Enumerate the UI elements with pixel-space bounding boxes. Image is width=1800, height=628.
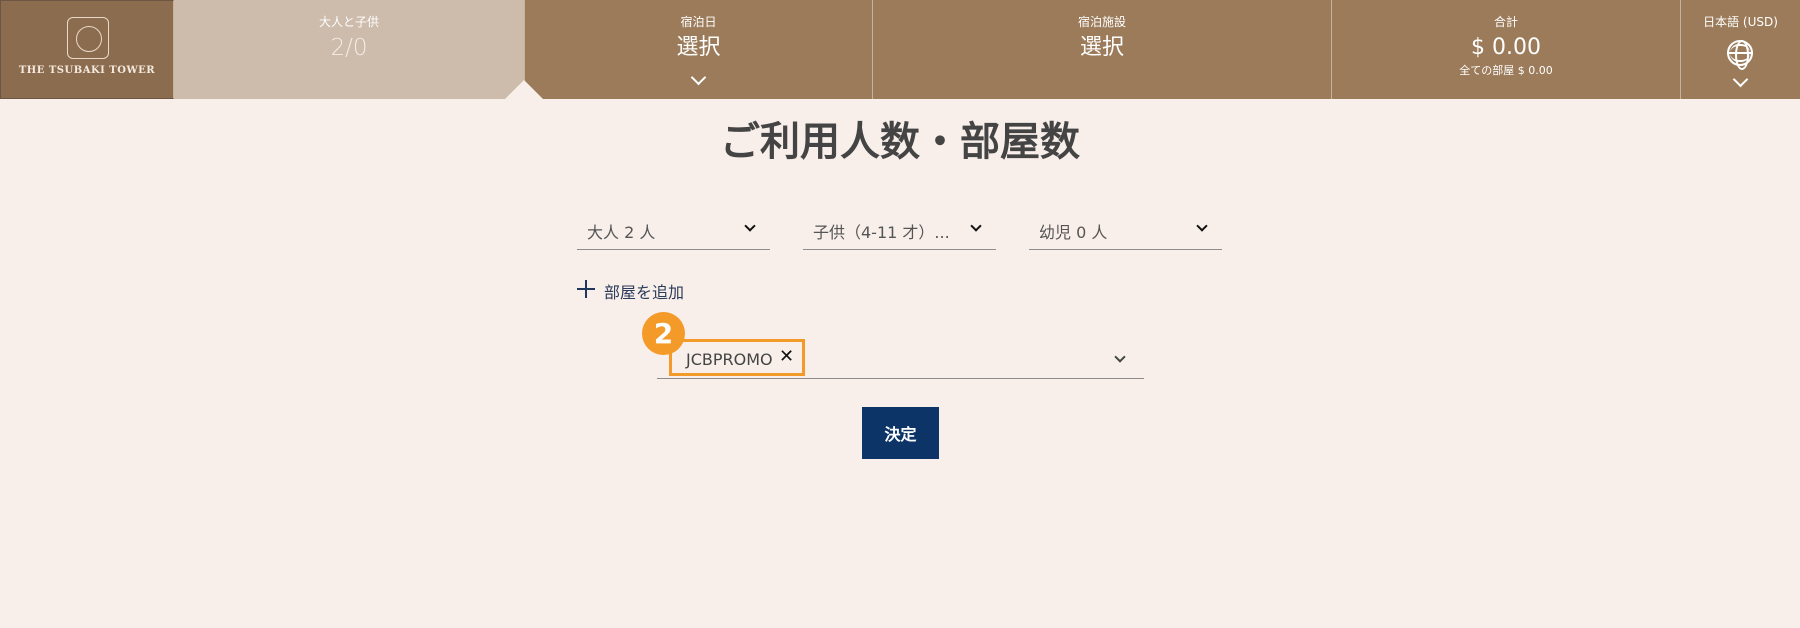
adults-select-value: 大人 2 人 [587, 223, 656, 242]
language-label: 日本語 (USD) [1703, 15, 1778, 29]
page-title: ご利用人数・部屋数 [720, 119, 1080, 165]
chevron-down-icon [1196, 220, 1208, 232]
chevron-down-icon [1114, 351, 1126, 363]
guests-tab[interactable]: 大人と子供 2/0 [174, 0, 543, 99]
globe-lines [1730, 44, 1750, 62]
chevron-down-icon [690, 69, 706, 86]
plus-icon [577, 280, 595, 298]
promo-code-text: JCBPROMO [686, 350, 773, 369]
chevron-down-icon [1732, 71, 1748, 88]
hotel-logo[interactable]: THE TSUBAKI TOWER [0, 0, 174, 99]
adults-select[interactable]: 大人 2 人 [577, 210, 770, 250]
language-selector[interactable]: 日本語 (USD) [1681, 0, 1800, 99]
top-navigation-bar: THE TSUBAKI TOWER 大人と子供 2/0 宿泊日 選択 宿泊施設 … [0, 0, 1800, 99]
guests-value: 2/0 [330, 35, 368, 61]
add-room-label: 部屋を追加 [604, 283, 685, 302]
total-all-rooms: 全ての部屋 $ 0.00 [1459, 64, 1553, 77]
total-value: $ 0.00 [1471, 35, 1541, 60]
hotel-tab[interactable]: 宿泊施設 選択 [873, 0, 1332, 99]
dates-label: 宿泊日 [680, 15, 717, 29]
remove-promo-icon[interactable]: ✕ [779, 346, 794, 367]
infants-select[interactable]: 幼児 0 人 [1029, 210, 1222, 250]
guests-label: 大人と子供 [318, 15, 379, 29]
camellia-logo-icon [67, 17, 109, 59]
submit-button[interactable]: 決定 [862, 407, 939, 459]
children-select[interactable]: 子供（4-11 才）... [803, 210, 996, 250]
infants-select-value: 幼児 0 人 [1039, 223, 1108, 242]
promo-code-select[interactable]: JCBPROMO ✕ [657, 339, 1144, 379]
promo-code-chip: JCBPROMO ✕ [669, 339, 805, 376]
total-tab[interactable]: 合計 $ 0.00 全ての部屋 $ 0.00 [1332, 0, 1681, 99]
logo-text: THE TSUBAKI TOWER [18, 65, 156, 76]
total-label: 合計 [1493, 15, 1518, 29]
hotel-value: 選択 [1079, 35, 1124, 60]
chevron-down-icon [744, 220, 756, 232]
step-number-badge: 2 [642, 312, 685, 355]
dates-tab[interactable]: 宿泊日 選択 [525, 0, 873, 99]
hotel-label: 宿泊施設 [1077, 15, 1126, 29]
children-select-value: 子供（4-11 才）... [813, 223, 950, 242]
dates-value: 選択 [676, 35, 721, 60]
chevron-down-icon [970, 220, 982, 232]
